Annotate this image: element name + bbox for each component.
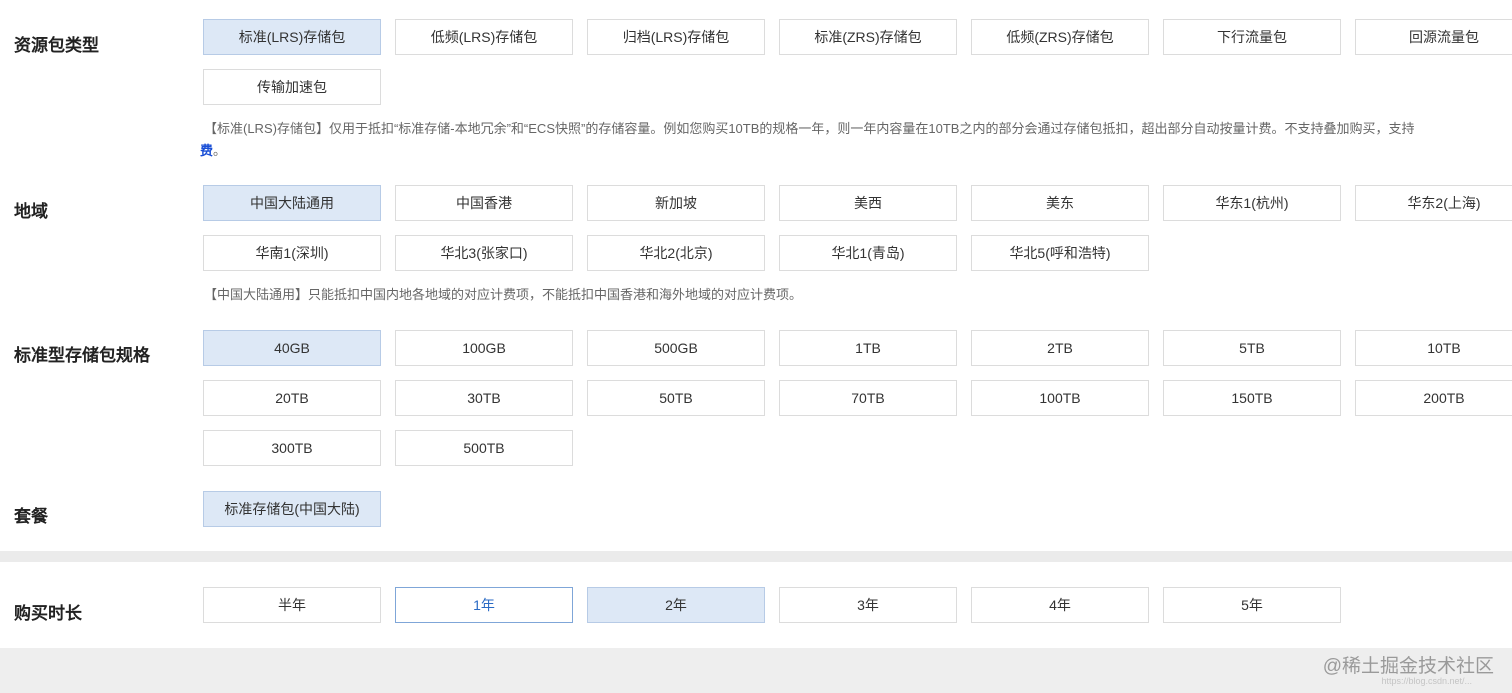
- watermark-url: https://blog.csdn.net/...: [1381, 676, 1472, 686]
- footer-band: [0, 648, 1512, 693]
- resource-type-option[interactable]: 低频(LRS)存储包: [395, 19, 573, 55]
- duration-option[interactable]: 1年: [395, 587, 573, 623]
- resource-type-option[interactable]: 标准(ZRS)存储包: [779, 19, 957, 55]
- resource-type-option[interactable]: 标准(LRS)存储包: [203, 19, 381, 55]
- watermark: @稀土掘金技术社区: [1322, 656, 1494, 677]
- section-divider: [0, 551, 1512, 562]
- spec-option[interactable]: 200TB: [1355, 380, 1512, 416]
- package-option[interactable]: 标准存储包(中国大陆): [203, 491, 381, 527]
- billing-link[interactable]: 费: [200, 143, 213, 158]
- spec-option[interactable]: 500GB: [587, 330, 765, 366]
- spec-label: 标准型存储包规格: [14, 346, 150, 365]
- region-option[interactable]: 华东2(上海): [1355, 185, 1512, 221]
- spec-option[interactable]: 20TB: [203, 380, 381, 416]
- duration-option[interactable]: 半年: [203, 587, 381, 623]
- region-option[interactable]: 中国香港: [395, 185, 573, 221]
- spec-option[interactable]: 70TB: [779, 380, 957, 416]
- package-label: 套餐: [14, 507, 48, 526]
- region-option[interactable]: 中国大陆通用: [203, 185, 381, 221]
- duration-panel: 购买时长 半年 1年 2年 3年 4年 5年: [0, 562, 1512, 648]
- resource-type-option[interactable]: 回源流量包: [1355, 19, 1512, 55]
- spec-option[interactable]: 50TB: [587, 380, 765, 416]
- region-label: 地域: [14, 202, 48, 221]
- note-suffix: 。: [213, 143, 227, 158]
- duration-option[interactable]: 5年: [1163, 587, 1341, 623]
- config-panel: 资源包类型 【标准(LRS)存储包】仅用于抵扣“标准存储-本地冗余”和“ECS快…: [0, 0, 1512, 551]
- duration-option[interactable]: 4年: [971, 587, 1149, 623]
- spec-option[interactable]: 40GB: [203, 330, 381, 366]
- region-option[interactable]: 华北2(北京): [587, 235, 765, 271]
- duration-label: 购买时长: [14, 604, 82, 623]
- resource-type-label: 资源包类型: [14, 36, 99, 55]
- spec-option[interactable]: 100GB: [395, 330, 573, 366]
- region-option[interactable]: 华北5(呼和浩特): [971, 235, 1149, 271]
- spec-option[interactable]: 2TB: [971, 330, 1149, 366]
- spec-option[interactable]: 500TB: [395, 430, 573, 466]
- region-option[interactable]: 华北1(青岛): [779, 235, 957, 271]
- spec-option[interactable]: 100TB: [971, 380, 1149, 416]
- region-option[interactable]: 美东: [971, 185, 1149, 221]
- spec-option[interactable]: 150TB: [1163, 380, 1341, 416]
- resource-type-option[interactable]: 低频(ZRS)存储包: [971, 19, 1149, 55]
- region-option[interactable]: 华南1(深圳): [203, 235, 381, 271]
- resource-type-option[interactable]: 归档(LRS)存储包: [587, 19, 765, 55]
- resource-type-note-text: 【标准(LRS)存储包】仅用于抵扣“标准存储-本地冗余”和“ECS快照”的存储容…: [204, 121, 1415, 136]
- duration-option[interactable]: 2年: [587, 587, 765, 623]
- spec-option[interactable]: 300TB: [203, 430, 381, 466]
- spec-option[interactable]: 5TB: [1163, 330, 1341, 366]
- region-option[interactable]: 美西: [779, 185, 957, 221]
- region-option[interactable]: 新加坡: [587, 185, 765, 221]
- resource-type-note: 【标准(LRS)存储包】仅用于抵扣“标准存储-本地冗余”和“ECS快照”的存储容…: [200, 118, 1415, 162]
- region-option[interactable]: 华东1(杭州): [1163, 185, 1341, 221]
- spec-option[interactable]: 10TB: [1355, 330, 1512, 366]
- region-option[interactable]: 华北3(张家口): [395, 235, 573, 271]
- resource-type-option[interactable]: 下行流量包: [1163, 19, 1341, 55]
- region-note: 【中国大陆通用】只能抵扣中国内地各地域的对应计费项，不能抵扣中国香港和海外地域的…: [204, 287, 803, 302]
- spec-option[interactable]: 1TB: [779, 330, 957, 366]
- spec-option[interactable]: 30TB: [395, 380, 573, 416]
- resource-type-option[interactable]: 传输加速包: [203, 69, 381, 105]
- duration-option[interactable]: 3年: [779, 587, 957, 623]
